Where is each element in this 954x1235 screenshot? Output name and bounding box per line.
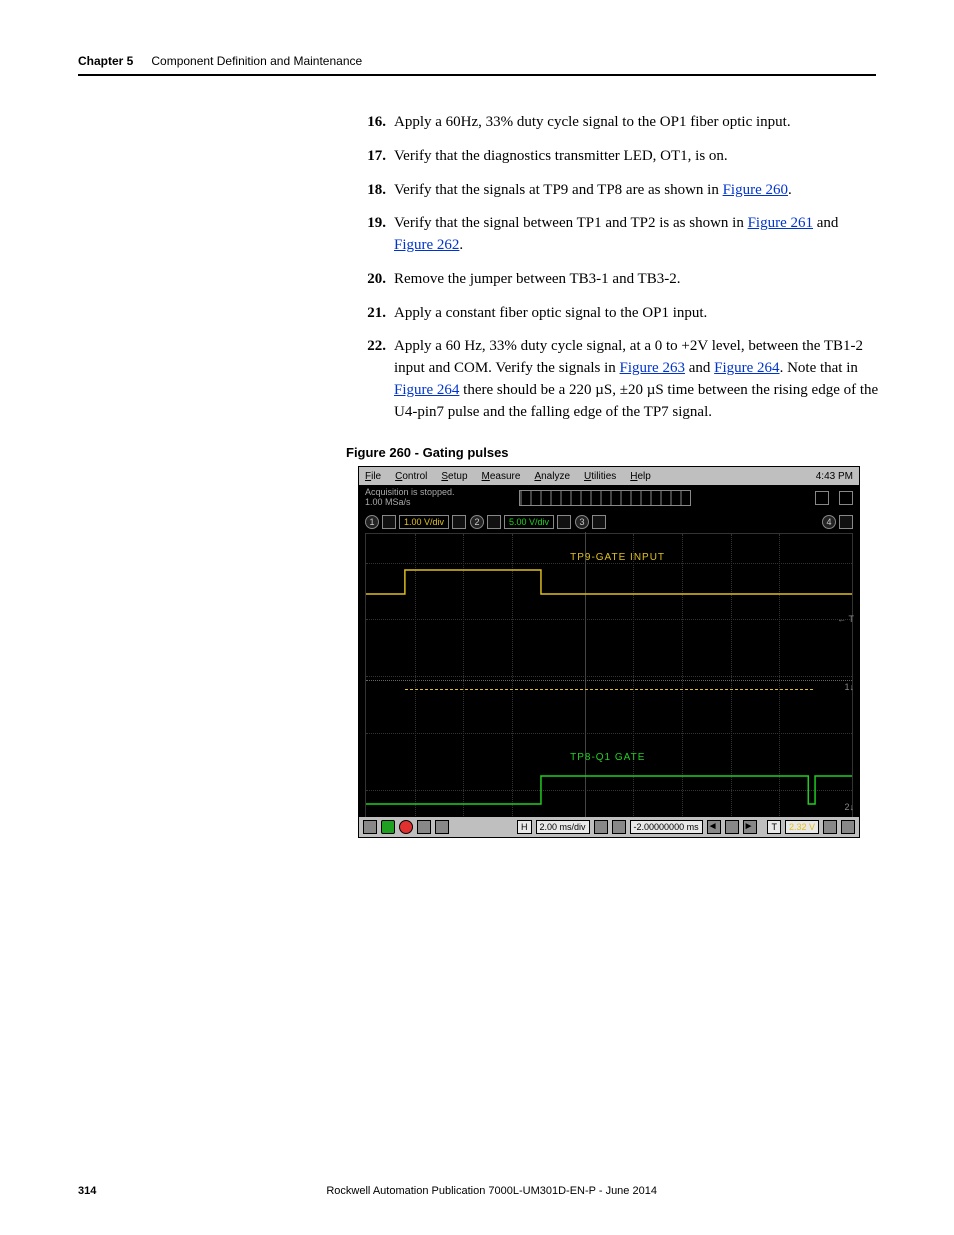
menu-help[interactable]: Help bbox=[630, 471, 651, 482]
body-content: 16. Apply a 60Hz, 33% duty cycle signal … bbox=[360, 112, 880, 838]
right-arrow-icon[interactable]: ► bbox=[743, 820, 757, 834]
run-button[interactable] bbox=[381, 820, 395, 834]
menu-analyze[interactable]: Analyze bbox=[534, 471, 570, 482]
scope-clock: 4:43 PM bbox=[816, 471, 853, 482]
page-footer: 314 Rockwell Automation Publication 7000… bbox=[78, 1185, 876, 1197]
scope-bottom-bar: H 2.00 ms/div -2.00000000 ms ◄ ► T 2.32 … bbox=[359, 817, 859, 837]
trace-tp8 bbox=[366, 774, 852, 806]
step-18: 18. Verify that the signals at TP9 and T… bbox=[360, 180, 880, 202]
oscilloscope-screenshot: File Control Setup Measure Analyze Utili… bbox=[358, 466, 860, 838]
figure-260-caption: Figure 260 - Gating pulses bbox=[346, 445, 880, 460]
tool-icon[interactable] bbox=[841, 820, 855, 834]
print-icon[interactable] bbox=[435, 820, 449, 834]
link-figure-264[interactable]: Figure 264 bbox=[714, 360, 779, 376]
channel-4[interactable]: 4 bbox=[822, 513, 853, 531]
timebase-label: H bbox=[517, 820, 532, 834]
timebase-value[interactable]: 2.00 ms/div bbox=[536, 820, 590, 834]
header-rule bbox=[78, 74, 876, 76]
link-figure-263[interactable]: Figure 263 bbox=[620, 360, 685, 376]
menu-control[interactable]: Control bbox=[395, 471, 427, 482]
scope-menubar: File Control Setup Measure Analyze Utili… bbox=[359, 467, 859, 485]
save-icon[interactable] bbox=[417, 820, 431, 834]
menu-setup[interactable]: Setup bbox=[441, 471, 467, 482]
spinner-icon[interactable] bbox=[823, 820, 837, 834]
bw-icon bbox=[557, 515, 571, 529]
running-head: Chapter 5 Component Definition and Maint… bbox=[78, 54, 876, 68]
channel-1[interactable]: 1 1.00 V/div bbox=[365, 513, 466, 531]
trace-label-tp8: TP8-Q1 GATE bbox=[570, 752, 645, 763]
adjust-icon[interactable] bbox=[612, 820, 626, 834]
ground-mark-2: 2↓ bbox=[844, 802, 854, 812]
trace-label-tp9: TP9-GATE INPUT bbox=[570, 552, 665, 563]
trace-tp9 bbox=[366, 568, 852, 596]
stop-button[interactable] bbox=[399, 820, 413, 834]
ground-mark-1: 1↓ bbox=[844, 682, 854, 692]
center-icon[interactable] bbox=[725, 820, 739, 834]
trace-ref bbox=[366, 680, 852, 681]
trigger-level[interactable]: 2.32 V bbox=[785, 820, 819, 834]
chapter-label: Chapter 5 bbox=[78, 54, 133, 68]
link-figure-261[interactable]: Figure 261 bbox=[748, 215, 813, 231]
channel-3[interactable]: 3 bbox=[575, 513, 606, 531]
step-19: 19. Verify that the signal between TP1 a… bbox=[360, 213, 880, 257]
bw-icon bbox=[452, 515, 466, 529]
step-20: 20. Remove the jumper between TB3-1 and … bbox=[360, 269, 880, 291]
coupling-icon bbox=[382, 515, 396, 529]
tool-icon[interactable] bbox=[363, 820, 377, 834]
scope-status-bar: Acquisition is stopped. 1.00 MSa/s bbox=[359, 485, 859, 511]
channel-2[interactable]: 2 5.00 V/div bbox=[470, 513, 571, 531]
trace-mid bbox=[405, 689, 813, 690]
chapter-title: Component Definition and Maintenance bbox=[151, 54, 362, 68]
scope-channel-bar: 1 1.00 V/div 2 5.00 V/div 3 4 bbox=[359, 511, 859, 533]
coupling-icon bbox=[487, 515, 501, 529]
coupling-icon bbox=[592, 515, 606, 529]
step-22: 22. Apply a 60 Hz, 33% duty cycle signal… bbox=[360, 336, 880, 423]
link-figure-260[interactable]: Figure 260 bbox=[723, 182, 788, 198]
scope-overview-icon bbox=[519, 490, 691, 506]
trigger-mark-t: ← T bbox=[837, 614, 854, 624]
menu-file[interactable]: File bbox=[365, 471, 381, 482]
adjust-icon[interactable] bbox=[594, 820, 608, 834]
page-number: 314 bbox=[78, 1185, 96, 1197]
step-16: 16. Apply a 60Hz, 33% duty cycle signal … bbox=[360, 112, 880, 134]
menu-utilities[interactable]: Utilities bbox=[584, 471, 616, 482]
left-arrow-icon[interactable]: ◄ bbox=[707, 820, 721, 834]
trigger-label: T bbox=[767, 820, 781, 834]
scope-graticule: TP9-GATE INPUT TP8-Q1 GATE ← T 1↓ 2↓ bbox=[365, 533, 853, 819]
publication-line: Rockwell Automation Publication 7000L-UM… bbox=[326, 1185, 657, 1197]
step-17: 17. Verify that the diagnostics transmit… bbox=[360, 146, 880, 168]
link-figure-262[interactable]: Figure 262 bbox=[394, 237, 459, 253]
link-figure-264-b[interactable]: Figure 264 bbox=[394, 382, 459, 398]
scope-tool-icon[interactable] bbox=[839, 491, 853, 505]
scope-tool-icon[interactable] bbox=[815, 491, 829, 505]
time-offset[interactable]: -2.00000000 ms bbox=[630, 820, 703, 834]
menu-measure[interactable]: Measure bbox=[482, 471, 521, 482]
step-21: 21. Apply a constant fiber optic signal … bbox=[360, 303, 880, 325]
coupling-icon bbox=[839, 515, 853, 529]
